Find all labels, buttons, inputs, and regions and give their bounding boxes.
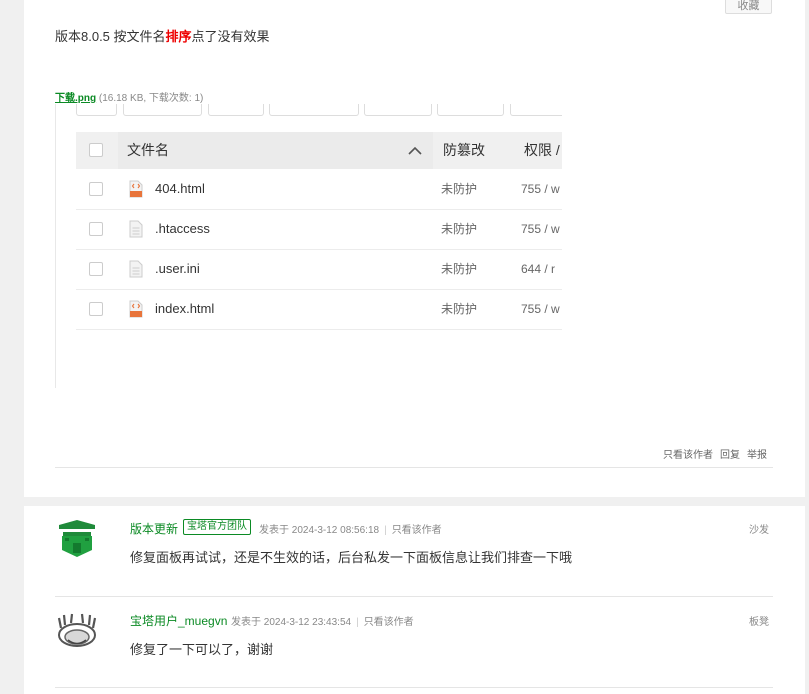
select-all-checkbox xyxy=(89,143,103,157)
permission-header: 权限 / xyxy=(524,142,560,158)
reply-author[interactable]: 宝塔用户_muegvn xyxy=(130,612,227,629)
toolbar-button-stub xyxy=(437,104,504,116)
file-name: .htaccess xyxy=(155,221,210,236)
floor-label[interactable]: 板凳 xyxy=(749,613,769,628)
reply-text: 修复面板再试试，还是不生效的话，后台私发一下面板信息让我们排查一下哦 xyxy=(130,550,573,565)
toolbar-button-stub xyxy=(76,104,117,116)
text-file-icon xyxy=(129,260,143,278)
toolbar-button-stub xyxy=(364,104,432,116)
file-table-header: 文件名 防篡改 权限 / xyxy=(76,132,562,169)
reply-text: 修复了一下可以了，谢谢 xyxy=(130,642,274,657)
official-team-badge: 宝塔官方团队 xyxy=(183,519,251,535)
attachment-image: 文件名 防篡改 权限 / 404.html 未防护 755 / w .htacc… xyxy=(76,104,562,334)
html-file-icon xyxy=(129,180,143,198)
only-author-link[interactable]: 只看该作者 xyxy=(663,450,713,461)
report-link[interactable]: 举报 xyxy=(747,450,767,461)
file-row: 404.html 未防护 755 / w xyxy=(76,169,562,210)
file-permission: 644 / r xyxy=(521,262,556,276)
text-file-icon xyxy=(129,220,143,238)
file-protect-status: 未防护 xyxy=(441,262,478,276)
post-text-before: 版本8.0.5 按文件名 xyxy=(55,29,166,44)
toolbar-button-stub xyxy=(123,104,202,116)
divider xyxy=(55,596,773,597)
post-actions: 只看该作者 回复 举报 xyxy=(663,446,767,461)
toolbar-button-stub xyxy=(208,104,264,116)
file-permission: 755 / w xyxy=(521,302,560,316)
file-row: .user.ini 未防护 644 / r xyxy=(76,249,562,290)
reply-link[interactable]: 回复 xyxy=(720,450,740,461)
divider xyxy=(55,467,773,468)
file-row: .htaccess 未防护 755 / w xyxy=(76,209,562,250)
file-name: index.html xyxy=(155,301,215,316)
reply-meta: 发表于 2024-3-12 23:43:54 | 只看该作者 xyxy=(231,613,414,628)
image-frame-border xyxy=(55,104,56,388)
meta-separator: | xyxy=(356,617,359,628)
attachment-link[interactable]: 下载.png xyxy=(55,93,96,104)
only-author-link[interactable]: 只看该作者 xyxy=(392,525,442,536)
meta-separator: | xyxy=(384,525,387,536)
floor-label[interactable]: 沙发 xyxy=(749,521,769,536)
row-checkbox xyxy=(89,262,103,276)
tamper-header: 防篡改 xyxy=(443,142,485,158)
row-checkbox xyxy=(89,222,103,236)
file-protect-status: 未防护 xyxy=(441,302,478,316)
html-file-icon xyxy=(129,300,143,318)
file-name: 404.html xyxy=(155,181,205,196)
file-name: .user.ini xyxy=(155,261,200,276)
attachment: 下载.png (16.18 KB, 下载次数: 1) xyxy=(55,89,203,104)
filename-header: 文件名 xyxy=(118,132,433,169)
row-checkbox xyxy=(89,182,103,196)
post-content: 版本8.0.5 按文件名排序点了没有效果 xyxy=(55,26,270,45)
post-text-highlight: 排序 xyxy=(165,29,192,44)
chevron-up-icon xyxy=(408,146,422,155)
divider xyxy=(55,687,773,688)
reply-author[interactable]: 版本更新 xyxy=(130,520,178,537)
file-permission: 755 / w xyxy=(521,222,560,236)
user-avatar-icon[interactable] xyxy=(55,610,99,654)
attachment-info: (16.18 KB, 下载次数: 1) xyxy=(98,93,204,104)
file-permission: 755 / w xyxy=(521,182,560,196)
reply-timestamp: 发表于 2024-3-12 08:56:18 xyxy=(259,525,380,536)
only-author-link[interactable]: 只看该作者 xyxy=(364,617,414,628)
bt-team-avatar-icon[interactable] xyxy=(55,516,99,560)
file-row: index.html 未防护 755 / w xyxy=(76,289,562,330)
toolbar-button-stub xyxy=(510,104,562,116)
row-checkbox xyxy=(89,302,103,316)
reply-timestamp: 发表于 2024-3-12 23:43:54 xyxy=(231,617,352,628)
file-protect-status: 未防护 xyxy=(441,222,478,236)
toolbar-button-stub xyxy=(269,104,359,116)
filename-header-label: 文件名 xyxy=(127,142,169,158)
post-text-after: 点了没有效果 xyxy=(191,29,270,44)
favorite-button[interactable]: 收藏 xyxy=(725,0,772,14)
file-protect-status: 未防护 xyxy=(441,182,478,196)
reply-meta: 发表于 2024-3-12 08:56:18 | 只看该作者 xyxy=(259,521,442,536)
